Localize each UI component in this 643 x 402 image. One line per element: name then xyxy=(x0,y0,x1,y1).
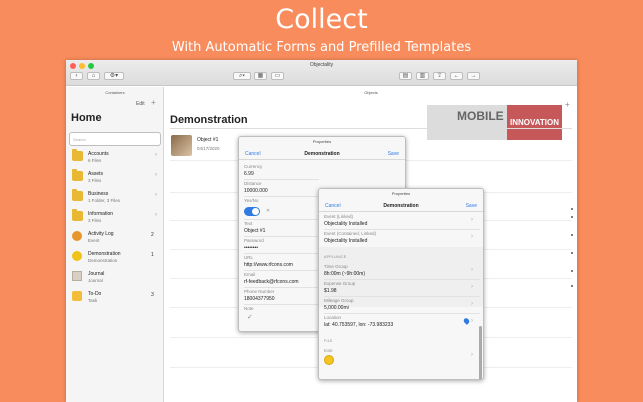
item-count: 2 xyxy=(151,232,154,238)
save-button[interactable]: Save xyxy=(388,151,399,157)
yes-no-toggle[interactable] xyxy=(244,207,260,216)
section-header: FILE xyxy=(324,339,333,343)
chevron-right-icon: › xyxy=(471,267,473,273)
sidebar-item-accounts[interactable]: Accounts 6 Files › xyxy=(66,148,164,167)
chevron-right-icon: › xyxy=(471,217,473,223)
event-linked-field[interactable]: Objectality Installed xyxy=(324,221,367,227)
document-icon[interactable]: ▭ xyxy=(271,72,284,80)
chevron-right-icon: › xyxy=(471,352,473,358)
trash-icon[interactable]: ▥ xyxy=(416,72,429,80)
object-name[interactable]: Object #1 xyxy=(197,137,218,143)
chevron-right-icon: › xyxy=(471,234,473,240)
home-icon[interactable]: ⌂ xyxy=(87,72,100,80)
chevron-right-icon: › xyxy=(155,192,157,198)
event-contained-field[interactable]: Objectality Installed xyxy=(324,238,367,244)
phone-field[interactable]: 18004377950 xyxy=(244,296,275,302)
chevron-right-icon: › xyxy=(155,212,157,218)
chevron-right-icon: › xyxy=(155,172,157,178)
app-window: Objectality ‹ ⌂ ⚙▾ ⌕▾ ▦ ▭ ▤ ▥ ⇪ ← → Cont… xyxy=(66,60,577,402)
save-button[interactable]: Save xyxy=(466,203,477,209)
item-count: 1 xyxy=(151,252,154,258)
folder-icon xyxy=(72,189,83,201)
password-field[interactable]: •••••••• xyxy=(244,245,258,251)
cancel-button[interactable]: Cancel xyxy=(325,203,341,209)
folder-icon xyxy=(72,209,83,221)
sheet-title: Demonstration xyxy=(304,151,340,157)
mileage-group-field[interactable]: 5,000.00mi xyxy=(324,305,349,311)
banner-image: MOBILE INNOVATION xyxy=(427,105,562,140)
time-group-field[interactable]: 8h:00m (~9h:00m) xyxy=(324,271,365,277)
scroll-indicator-dot xyxy=(571,270,573,272)
sidebar-item-activity-log[interactable]: Activity Log Event 2 xyxy=(66,228,164,247)
item-count: 3 xyxy=(151,292,154,298)
clear-icon[interactable]: ✕ xyxy=(266,208,270,214)
edit-button[interactable]: Edit xyxy=(136,101,145,107)
scroll-indicator-dot xyxy=(571,285,573,287)
previous-icon[interactable]: ← xyxy=(450,72,463,80)
next-icon[interactable]: → xyxy=(467,72,480,80)
hero-subtitle: With Automatic Forms and Prefilled Templ… xyxy=(171,40,472,55)
search-menu-icon[interactable]: ⌕▾ xyxy=(233,72,251,80)
scroll-indicator-dot xyxy=(571,252,573,254)
file-icon[interactable] xyxy=(324,355,334,365)
text-field[interactable]: Object #1 xyxy=(244,228,265,234)
search-input[interactable]: Search xyxy=(69,132,161,146)
cancel-button[interactable]: Cancel xyxy=(245,151,261,157)
location-pin-icon[interactable] xyxy=(462,317,471,325)
sidebar-item-demonstration[interactable]: Demonstration Demonstration 1 xyxy=(66,248,164,267)
back-icon[interactable]: ‹ xyxy=(70,72,83,80)
page-title: Demonstration xyxy=(170,114,248,126)
sheet-nav-bar: Demonstration Cancel Save xyxy=(319,199,483,212)
sidebar-item-assets[interactable]: Assets 3 Files › xyxy=(66,168,164,187)
sheet-title: Demonstration xyxy=(383,203,419,209)
grid-icon[interactable]: ▦ xyxy=(254,72,267,80)
window-title: Objectality xyxy=(309,62,334,68)
sidebar-item-to-do[interactable]: To-Do Task 3 xyxy=(66,288,164,307)
sidebar-header: Containers xyxy=(105,90,125,95)
folder-icon xyxy=(72,149,83,161)
refresh-icon xyxy=(72,251,82,261)
hero-title: Collect xyxy=(275,4,368,35)
chevron-right-icon: › xyxy=(471,318,473,324)
scroll-indicator-dot xyxy=(571,208,573,210)
object-date: 04/17/2020 xyxy=(197,146,220,151)
chevron-right-icon: › xyxy=(471,284,473,290)
share-icon[interactable]: ⇪ xyxy=(433,72,446,80)
distance-field[interactable]: 10000.000 xyxy=(244,188,268,194)
settings-menu-icon[interactable]: ⚙▾ xyxy=(104,72,124,80)
scrollbar[interactable] xyxy=(479,326,482,379)
scroll-indicator-dot xyxy=(571,234,573,236)
url-field[interactable]: http://www.rfcons.com xyxy=(244,262,293,268)
journal-icon xyxy=(72,271,82,281)
chevron-right-icon: › xyxy=(471,301,473,307)
section-header: APPLIANCE xyxy=(324,255,347,259)
sidebar-title: Home xyxy=(71,112,102,124)
expense-group-field[interactable]: $1.98 xyxy=(324,288,337,294)
chevron-right-icon: › xyxy=(155,152,157,158)
properties-sheet-linked: Properties Demonstration Cancel Save Eve… xyxy=(318,188,484,380)
sidebar: Containers Edit + Home Search Accounts 6… xyxy=(66,87,164,402)
email-field[interactable]: rf-feedback@rfcons.com xyxy=(244,279,299,285)
sidebar-item-business[interactable]: Business 1 Folder, 3 Files › xyxy=(66,188,164,207)
plus-icon[interactable]: + xyxy=(151,98,156,107)
scroll-indicator-dot xyxy=(571,216,573,218)
location-field[interactable]: lat: 40.753597, lon: -73.983233 xyxy=(324,322,393,328)
currency-field[interactable]: 6.99 xyxy=(244,171,254,177)
sheet-nav-bar: Demonstration Cancel Save xyxy=(239,147,405,160)
title-bar: Objectality ‹ ⌂ ⚙▾ ⌕▾ ▦ ▭ ▤ ▥ ⇪ ← → xyxy=(66,60,577,86)
folder-icon xyxy=(72,169,83,181)
checkbox-icon xyxy=(72,291,82,301)
sidebar-item-journal[interactable]: Journal Journal xyxy=(66,268,164,287)
object-thumbnail[interactable] xyxy=(171,135,192,156)
sidebar-item-information[interactable]: Information 3 Files › xyxy=(66,208,164,227)
plus-icon[interactable]: + xyxy=(565,100,570,109)
clock-icon xyxy=(72,231,82,241)
main-header: Objects xyxy=(364,90,378,95)
divider xyxy=(170,128,572,129)
checkmark-icon[interactable]: ✓ xyxy=(247,313,253,321)
print-icon[interactable]: ▤ xyxy=(399,72,412,80)
